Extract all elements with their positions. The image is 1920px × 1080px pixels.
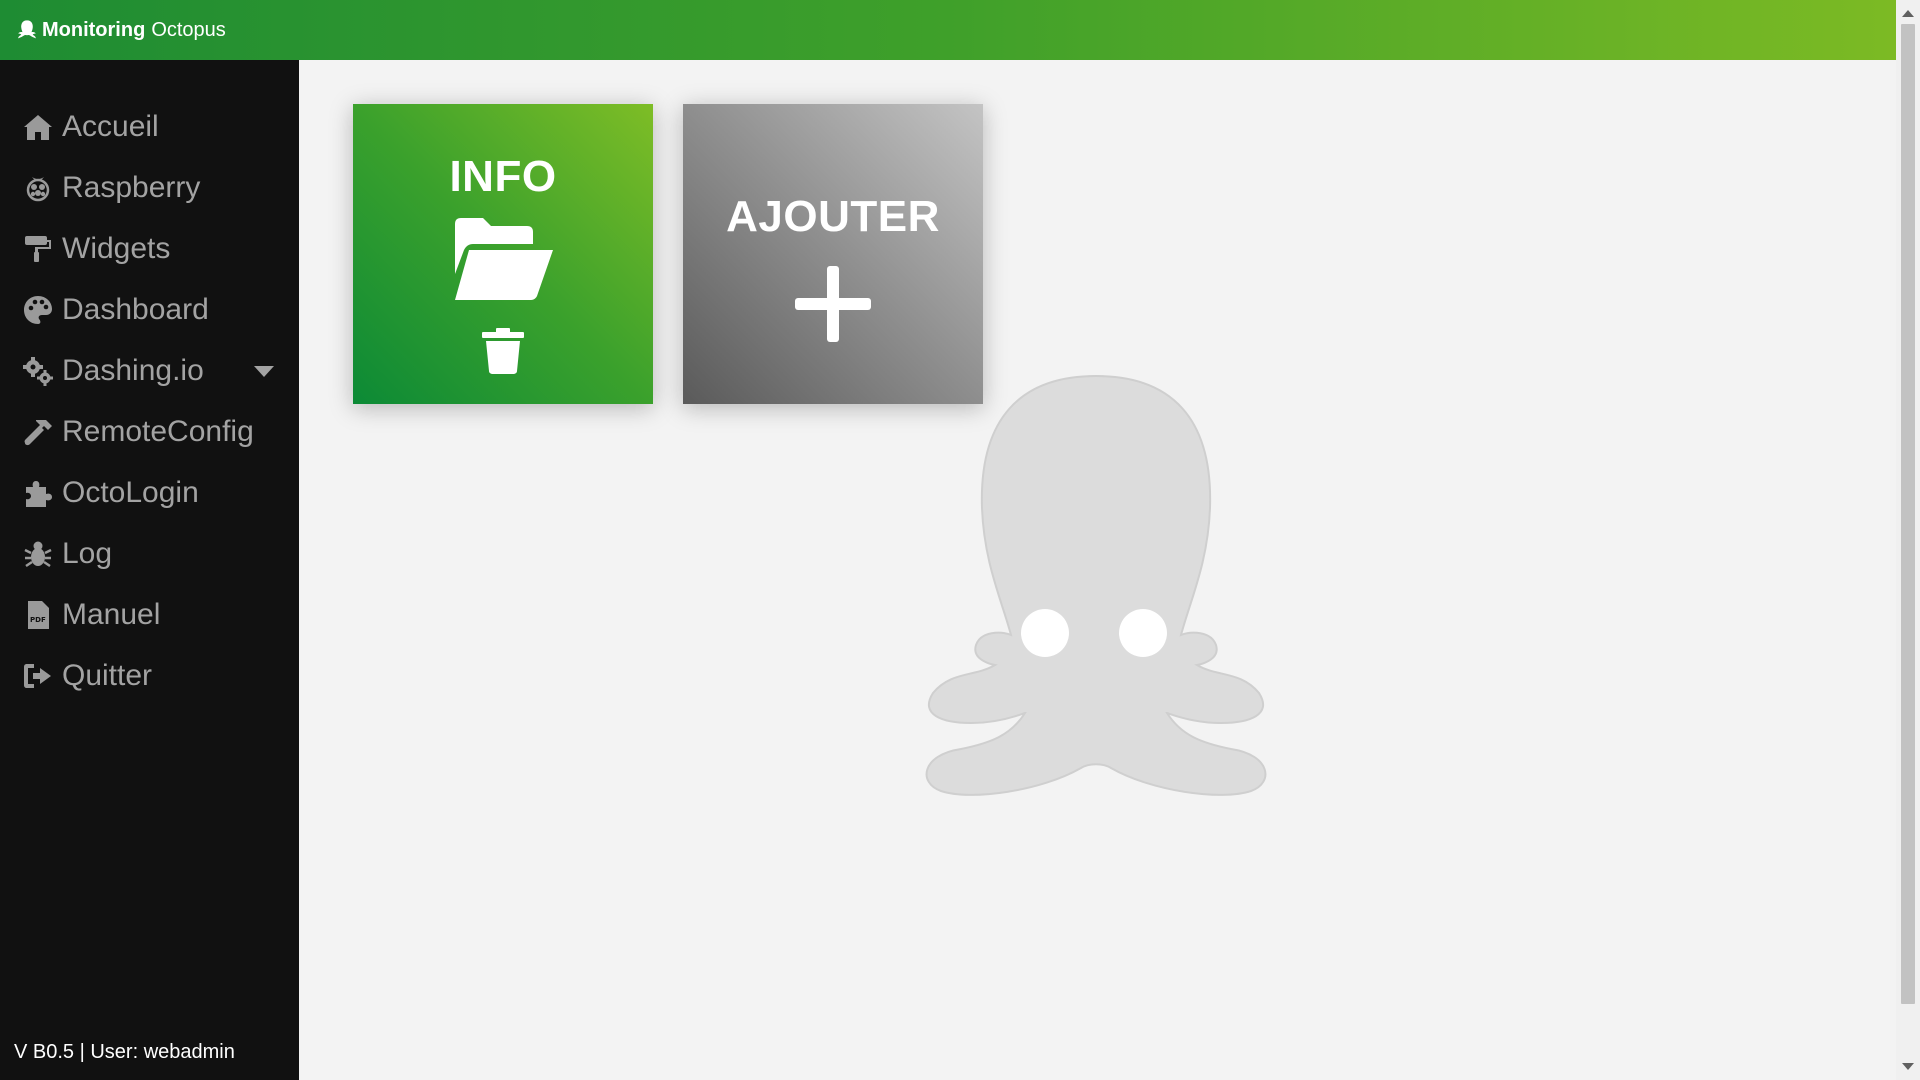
octopus-logo-icon [18, 20, 36, 39]
palette-icon [20, 294, 56, 326]
vertical-scrollbar[interactable] [1896, 0, 1920, 1080]
sidebar-item-label: Accueil [62, 109, 159, 143]
folder-open-icon[interactable] [451, 216, 555, 300]
puzzle-icon [20, 477, 56, 509]
plus-icon[interactable] [795, 266, 871, 342]
svg-text:PDF: PDF [30, 616, 46, 624]
sidebar-nav: Accueil Raspberry Widgets Dashboard Dash… [0, 60, 299, 706]
sidebar-item-label: OctoLogin [62, 475, 199, 509]
version-user-info: V B0.5 | User: webadmin [14, 1041, 235, 1063]
sidebar-item-octologin[interactable]: OctoLogin [0, 462, 299, 523]
sidebar-item-dashboard[interactable]: Dashboard [0, 279, 299, 340]
sidebar-item-log[interactable]: Log [0, 523, 299, 584]
chevron-down-icon[interactable] [254, 366, 274, 377]
gears-icon [20, 355, 56, 387]
top-navbar: Monitoring Octopus [0, 0, 1896, 60]
sidebar-item-label: Raspberry [62, 170, 201, 204]
paint-roller-icon [20, 233, 56, 265]
sidebar-item-label: Manuel [62, 597, 161, 631]
info-card[interactable]: INFO [353, 104, 653, 404]
sign-out-icon [20, 660, 56, 692]
sidebar-item-remoteconfig[interactable]: RemoteConfig [0, 401, 299, 462]
octopus-watermark-icon [925, 374, 1267, 796]
sidebar-item-label: Widgets [62, 231, 171, 265]
card-title: INFO [449, 152, 557, 201]
sidebar-item-quitter[interactable]: Quitter [0, 645, 299, 706]
sidebar-item-label: RemoteConfig [62, 414, 254, 448]
sidebar: Accueil Raspberry Widgets Dashboard Dash… [0, 60, 299, 1080]
sidebar-item-dashing-io[interactable]: Dashing.io [0, 340, 299, 401]
bug-icon [20, 538, 56, 570]
sidebar-item-label: Dashing.io [62, 353, 204, 387]
home-icon [20, 111, 56, 143]
hammer-icon [20, 416, 56, 448]
sidebar-item-manuel[interactable]: PDF Manuel [0, 584, 299, 645]
trash-icon[interactable] [482, 328, 524, 374]
main-content: INFO AJOUTER [299, 60, 1896, 1080]
brand-title-light: Octopus [151, 18, 226, 41]
card-title: AJOUTER [726, 192, 940, 241]
raspberry-icon [20, 172, 56, 204]
sidebar-item-widgets[interactable]: Widgets [0, 218, 299, 279]
sidebar-item-raspberry[interactable]: Raspberry [0, 157, 299, 218]
scroll-up-arrow-icon[interactable] [1902, 10, 1914, 17]
scrollbar-thumb[interactable] [1901, 24, 1915, 1004]
scroll-down-arrow-icon[interactable] [1902, 1063, 1914, 1070]
sidebar-item-label: Log [62, 536, 113, 570]
brand-title-bold: Monitoring [42, 18, 146, 41]
sidebar-item-accueil[interactable]: Accueil [0, 96, 299, 157]
brand-link[interactable]: Monitoring Octopus [16, 19, 226, 42]
sidebar-item-label: Quitter [62, 658, 153, 692]
sidebar-item-label: Dashboard [62, 292, 209, 326]
add-card[interactable]: AJOUTER [683, 104, 983, 404]
pdf-file-icon: PDF [20, 599, 56, 631]
